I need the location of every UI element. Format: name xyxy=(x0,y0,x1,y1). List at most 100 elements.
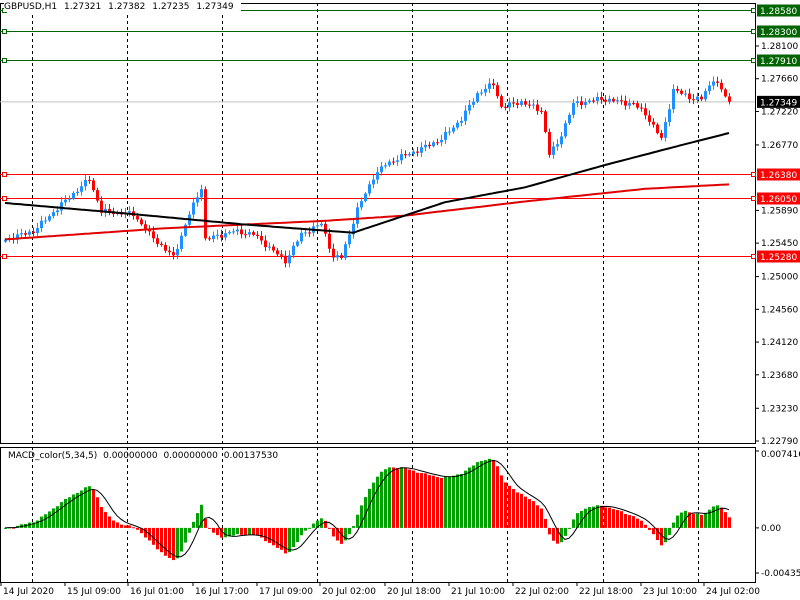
price-tick-label: 1.25450 xyxy=(761,239,798,249)
bear-candle xyxy=(88,179,91,181)
price-chart[interactable]: 1.28100 1.27660 1.27220 1.26770 1.25890 1.254… xyxy=(0,0,800,600)
bull-candle xyxy=(628,103,631,106)
bull-candle xyxy=(192,202,195,215)
bear-candle xyxy=(700,96,703,100)
bull-candle xyxy=(304,232,307,234)
macd-bar-up xyxy=(288,527,291,553)
bear-candle xyxy=(276,250,279,255)
macd-label: MACD_color(5,34,5) 0.00000000 0.00000000… xyxy=(8,451,281,461)
bull-candle xyxy=(424,144,427,148)
macd-value-3: 0.00137530 xyxy=(223,451,279,461)
macd-bar-up xyxy=(192,521,195,528)
bull-candle xyxy=(408,154,411,156)
macd-bar-down xyxy=(624,514,627,528)
macd-bar-up xyxy=(232,527,235,536)
macd-bar-up xyxy=(356,514,359,528)
open-price: 1.27321 xyxy=(64,2,102,12)
macd-bar-up xyxy=(48,511,51,528)
level-handle xyxy=(751,172,756,177)
bear-candle xyxy=(496,85,499,97)
bear-candle xyxy=(544,111,547,132)
bull-candle xyxy=(400,154,403,161)
bull-candle xyxy=(440,139,443,143)
bull-candle xyxy=(40,220,43,229)
macd-bar-down xyxy=(612,509,615,528)
bear-candle xyxy=(160,243,163,245)
macd-bar-down xyxy=(112,520,115,528)
bull-candle xyxy=(508,102,511,108)
macd-bar-up xyxy=(176,527,179,559)
macd-bar-down xyxy=(256,527,259,536)
macd-bar-down xyxy=(132,527,135,529)
time-label: 14 Jul 2020 xyxy=(3,587,54,597)
macd-bar-down xyxy=(420,473,423,528)
bull-candle xyxy=(44,220,47,222)
bear-candle xyxy=(548,131,551,155)
bear-candle xyxy=(624,100,627,106)
bull-candle xyxy=(368,184,371,194)
bull-candle xyxy=(704,91,707,100)
price-tick-label: 1.25000 xyxy=(761,273,798,283)
macd-bar-down xyxy=(620,511,623,528)
bear-candle xyxy=(656,124,659,134)
time-label: 21 Jul 10:00 xyxy=(451,587,505,597)
bull-candle xyxy=(396,160,399,162)
bear-candle xyxy=(92,180,95,191)
low-price: 1.27235 xyxy=(152,2,190,12)
level-handle xyxy=(751,254,756,259)
bull-candle xyxy=(696,96,699,101)
macd-bar-down xyxy=(424,473,427,528)
macd-bar-down xyxy=(120,524,123,528)
price-tick-label: 1.28100 xyxy=(761,42,798,52)
time-label: 20 Jul 02:00 xyxy=(322,587,376,597)
chart-header: GBPUSD,H1 1.27321 1.27382 1.27235 1.2734… xyxy=(4,2,241,12)
macd-bar-down xyxy=(416,472,419,528)
bear-candle xyxy=(284,255,287,264)
bear-candle xyxy=(392,161,395,163)
bull-candle xyxy=(708,85,711,92)
bear-candle xyxy=(32,231,35,233)
macd-bar-up xyxy=(40,516,43,528)
bull-candle xyxy=(72,192,75,199)
macd-bar-down xyxy=(144,527,147,538)
macd-value-2: 0.00000000 xyxy=(163,451,218,461)
macd-bar-up xyxy=(76,492,79,528)
bear-candle xyxy=(640,107,643,109)
bear-candle xyxy=(592,100,595,102)
macd-bar-up xyxy=(468,467,471,528)
bear-candle xyxy=(724,89,727,97)
macd-bar-down xyxy=(528,499,531,528)
bear-candle xyxy=(632,103,635,105)
macd-bar-down xyxy=(500,475,503,528)
level-handle xyxy=(2,172,7,177)
time-label: 23 Jul 10:00 xyxy=(643,587,697,597)
bull-candle xyxy=(28,231,31,235)
current-price-label: 1.27349 xyxy=(760,98,797,108)
bear-candle xyxy=(252,232,255,235)
macd-bar-up xyxy=(668,527,671,536)
time-label: 17 Jul 09:00 xyxy=(259,587,313,597)
macd-bar-down xyxy=(552,527,555,541)
bear-candle xyxy=(416,151,419,153)
macd-bar-down xyxy=(648,527,651,530)
macd-bar-down xyxy=(720,507,723,528)
bull-candle xyxy=(584,102,587,106)
bull-candle xyxy=(384,165,387,167)
macd-bar-up xyxy=(448,476,451,528)
macd-bar-up xyxy=(672,522,675,528)
macd-bar-down xyxy=(724,512,727,528)
bull-candle xyxy=(80,186,83,192)
bull-candle xyxy=(448,131,451,133)
bear-candle xyxy=(600,97,603,100)
macd-bar-down xyxy=(496,466,499,528)
macd-bar-down xyxy=(436,477,439,528)
macd-bar-down xyxy=(244,527,247,536)
bull-candle xyxy=(452,127,455,132)
macd-bar-down xyxy=(396,468,399,528)
bear-candle xyxy=(688,93,691,100)
bull-candle xyxy=(664,122,667,138)
price-tick-label: 1.25890 xyxy=(761,206,798,216)
macd-bar-down xyxy=(512,488,515,528)
level-handle xyxy=(751,196,756,201)
macd-bar-down xyxy=(548,527,551,535)
